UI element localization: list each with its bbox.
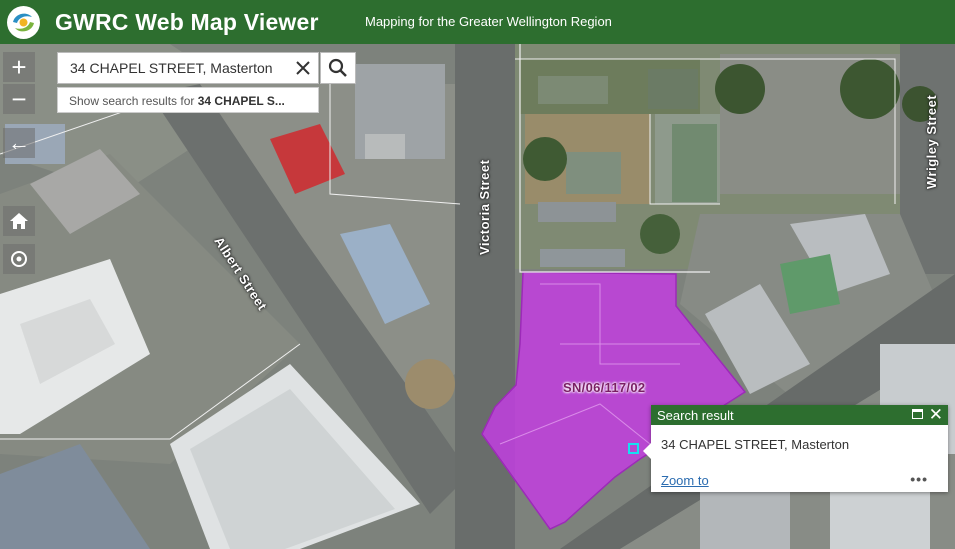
search-suggestion[interactable]: Show search results for 34 CHAPEL S...: [57, 87, 319, 113]
search-button[interactable]: [320, 52, 356, 84]
home-button[interactable]: [3, 206, 35, 236]
search-result-popup: Search result ✕ 34 CHAPEL STREET, Master…: [643, 405, 948, 492]
parcel-label: SN/06/117/02: [563, 380, 646, 395]
locate-button[interactable]: [3, 244, 35, 274]
popup-header: Search result ✕: [651, 405, 948, 425]
clear-icon[interactable]: [294, 59, 312, 77]
close-icon[interactable]: ✕: [929, 405, 943, 425]
popup-pointer: [643, 443, 651, 459]
zoom-out-button[interactable]: −: [3, 84, 35, 114]
suggestion-term: 34 CHAPEL S...: [197, 94, 285, 108]
suggestion-prefix: Show search results for: [69, 94, 198, 108]
zoom-to-link[interactable]: Zoom to: [661, 473, 709, 488]
app-title: GWRC Web Map Viewer: [55, 9, 319, 35]
search-input[interactable]: [68, 59, 297, 77]
gwrc-logo-icon: [7, 6, 40, 39]
zoom-in-button[interactable]: +: [3, 52, 35, 82]
search-icon: [328, 58, 347, 77]
street-label-victoria: Victoria Street: [477, 159, 492, 255]
maximize-icon[interactable]: [912, 409, 923, 419]
more-options-icon[interactable]: •••: [910, 471, 928, 487]
app-header: GWRC Web Map Viewer Mapping for the Grea…: [0, 0, 955, 44]
locate-icon: [11, 251, 27, 267]
app-subtitle: Mapping for the Greater Wellington Regio…: [365, 14, 612, 29]
popup-address: 34 CHAPEL STREET, Masterton: [661, 437, 850, 452]
popup-title: Search result: [657, 407, 734, 423]
home-icon: [10, 213, 28, 229]
search-box: [57, 52, 319, 84]
back-arrow-icon[interactable]: ←: [3, 128, 35, 158]
street-label-wrigley: Wrigley Street: [924, 94, 939, 189]
